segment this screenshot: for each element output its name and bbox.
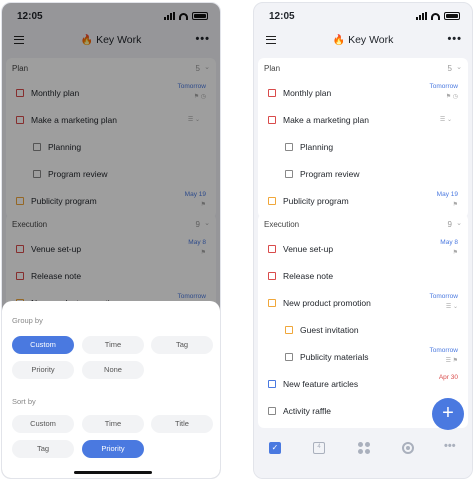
tab-focus-icon[interactable] [402,442,414,454]
section-title: Execution [264,220,300,229]
task-title: Guest invitation [300,325,359,335]
tab-calendar-icon[interactable]: 4 [313,442,325,454]
section-title: Plan [264,64,281,73]
task-title: Planning [300,142,334,152]
task-checkbox[interactable] [285,170,293,178]
task-row[interactable]: Planning [258,134,468,161]
sort-by-chip[interactable]: Time [82,415,144,433]
task-title: Publicity materials [300,352,369,362]
section-count: 5 [447,64,452,73]
task-title: Monthly plan [283,88,332,98]
task-meta-icons: ⚑ ◷ [445,94,458,100]
task-checkbox[interactable] [285,353,293,361]
group-by-chip[interactable]: Tag [151,336,213,354]
sort-by-chip[interactable]: Title [151,415,213,433]
task-title: Program review [300,169,360,179]
wifi-icon [431,12,440,20]
task-title: Make a marketing plan [283,115,369,125]
task-title: New feature articles [283,379,359,389]
status-icons [416,12,460,20]
task-due-date: May 19 [436,191,458,198]
sort-by-chip[interactable]: Custom [12,415,74,433]
sort-by-chip[interactable]: Priority [82,440,144,458]
group-by-chip[interactable]: Custom [12,336,74,354]
task-row[interactable]: Monthly plan Tomorrow ⚑ ◷ [258,80,468,107]
task-row[interactable]: Publicity program May 19 ⚑ [258,188,468,215]
task-section: Plan 5 ⌄ Monthly plan Tomorrow ⚑ ◷ Make a mark… [258,58,468,218]
more-options-icon[interactable]: ••• [447,33,462,45]
group-by-chip[interactable]: Time [82,336,144,354]
task-due-date: May 8 [440,239,458,246]
task-title: New product promotion [283,298,371,308]
task-checkbox[interactable] [268,89,276,97]
task-meta-icons: ⚑ [452,250,458,256]
nav-bar: 🔥 Key Work ••• [254,31,472,53]
task-meta-icons: ☰ ⚑ [445,358,458,364]
section-header[interactable]: Plan 5 ⌄ [258,58,468,80]
sort-by-label: Sort by [12,397,36,406]
task-meta-icons: ⚑ [452,202,458,208]
task-title: Publicity program [283,196,349,206]
task-row[interactable]: Guest invitation [258,317,468,344]
task-checkbox[interactable] [268,116,276,124]
phone-screen-left: 12:05 🔥 Key Work ••• Plan 5 ⌄ Monthly plan To… [1,2,221,479]
tab-matrix-icon[interactable] [358,442,370,454]
group-by-chip[interactable]: Priority [12,361,74,379]
task-title: Venue set-up [283,244,334,254]
tab-bar: ✓ 4 ••• [254,432,472,478]
task-row[interactable]: New feature articles Apr 30 [258,371,468,398]
page-title: 🔥 Key Work [332,34,394,46]
task-checkbox[interactable] [268,272,276,280]
phone-screen-right: 12:05 🔥 Key Work ••• Plan 5 ⌄ Monthly plan To… [253,2,473,479]
task-due-date: Tomorrow [429,83,458,90]
task-row[interactable]: Venue set-up May 8 ⚑ [258,236,468,263]
add-task-button[interactable]: + [432,398,464,430]
group-by-chip[interactable]: None [82,361,144,379]
status-bar: 12:05 [254,3,472,29]
tab-tasks-checkbox-icon[interactable]: ✓ [269,442,281,454]
task-due-date: Tomorrow [429,347,458,354]
group-by-label: Group by [12,316,43,325]
section-header[interactable]: Execution 9 ⌄ [258,214,468,236]
group-sort-sheet: Group by Custom Time Tag Priority None Sort … [2,301,220,478]
task-due-date: Apr 30 [438,374,458,381]
task-checkbox[interactable] [268,245,276,253]
task-due-date: Tomorrow [429,293,458,300]
subtask-icons: ☰ ⌄ [439,117,452,123]
task-meta-icons: ☰ ⌄ [445,304,458,310]
fire-icon: 🔥 [332,35,346,46]
task-title: Activity raffle [283,406,332,416]
section-count: 9 [447,220,452,229]
task-row[interactable]: New product promotion Tomorrow ☰ ⌄ [258,290,468,317]
task-row[interactable]: Make a marketing plan ☰ ⌄ [258,107,468,134]
task-checkbox[interactable] [285,326,293,334]
task-checkbox[interactable] [268,380,276,388]
chevron-down-icon[interactable]: ⌄ [456,63,462,71]
task-checkbox[interactable] [268,407,276,415]
signal-icon [416,12,427,20]
task-checkbox[interactable] [285,143,293,151]
sort-by-chip[interactable]: Tag [12,440,74,458]
task-row[interactable]: Program review [258,161,468,188]
task-title: Release note [283,271,334,281]
task-section: Execution 9 ⌄ Venue set-up May 8 ⚑ Release not… [258,214,468,428]
status-time: 12:05 [269,11,295,22]
home-indicator [74,471,152,474]
task-checkbox[interactable] [268,299,276,307]
tab-more-icon[interactable]: ••• [444,441,464,454]
task-row[interactable]: Release note [258,263,468,290]
task-checkbox[interactable] [268,197,276,205]
chevron-down-icon[interactable]: ⌄ [456,219,462,227]
battery-icon [444,12,460,20]
task-row[interactable]: Publicity materials Tomorrow ☰ ⚑ [258,344,468,371]
